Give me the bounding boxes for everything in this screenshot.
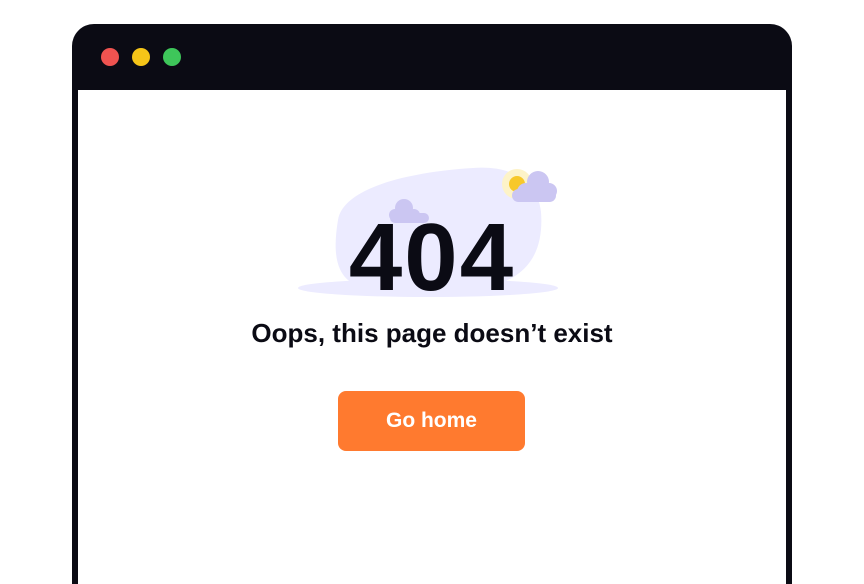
window-titlebar: [72, 24, 792, 90]
minimize-window-button[interactable]: [132, 48, 150, 66]
page-content: 404 Oops, this page doesn’t exist Go hom…: [78, 90, 786, 584]
browser-window: 404 Oops, this page doesn’t exist Go hom…: [72, 24, 792, 584]
error-message: Oops, this page doesn’t exist: [251, 318, 613, 348]
go-home-button[interactable]: Go home: [338, 391, 525, 451]
maximize-window-button[interactable]: [163, 48, 181, 66]
close-window-button[interactable]: [101, 48, 119, 66]
error-code: 404: [348, 204, 516, 311]
